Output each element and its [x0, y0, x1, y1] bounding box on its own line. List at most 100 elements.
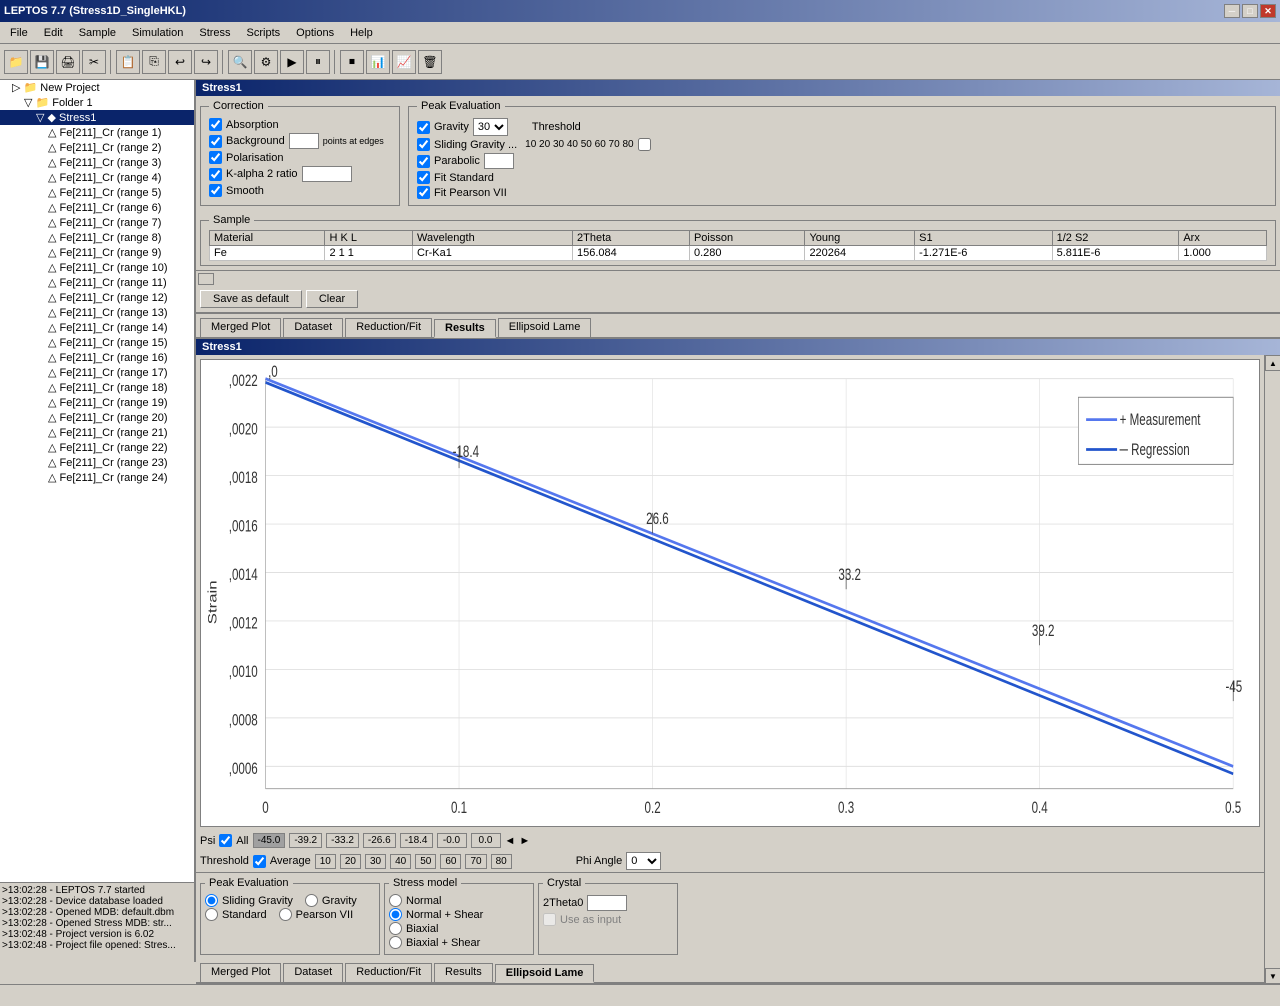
- tree-range-item[interactable]: △ Fe[211]_Cr (range 24): [0, 470, 194, 485]
- tree-range-item[interactable]: △ Fe[211]_Cr (range 3): [0, 155, 194, 170]
- right-scrollbar[interactable]: ▲ ▼: [1264, 355, 1280, 984]
- scroll-up-button[interactable]: ▲: [1265, 355, 1280, 371]
- menu-item-sample[interactable]: Sample: [71, 25, 124, 41]
- kalpha-value[interactable]: 0.50: [302, 166, 352, 182]
- scroll-track[interactable]: [1265, 371, 1280, 968]
- save-default-button[interactable]: Save as default: [200, 290, 302, 308]
- background-checkbox[interactable]: [209, 135, 222, 148]
- phi-angle-select[interactable]: 04590: [626, 852, 661, 870]
- tab-results[interactable]: Results: [434, 319, 496, 338]
- toolbar-btn-6[interactable]: ↩: [168, 50, 192, 74]
- thresh-60[interactable]: 60: [440, 854, 461, 869]
- minimize-button[interactable]: ─: [1224, 4, 1240, 18]
- maximize-button[interactable]: □: [1242, 4, 1258, 18]
- toolbar-btn-13[interactable]: 📊: [366, 50, 390, 74]
- toolbar-btn-14[interactable]: 📈: [392, 50, 416, 74]
- sliding-gravity-radio[interactable]: [205, 894, 218, 907]
- tree-range-item[interactable]: △ Fe[211]_Cr (range 21): [0, 425, 194, 440]
- biaxial-shear-radio[interactable]: [389, 936, 402, 949]
- tree-range-item[interactable]: △ Fe[211]_Cr (range 9): [0, 245, 194, 260]
- tree-range-item[interactable]: △ Fe[211]_Cr (range 17): [0, 365, 194, 380]
- thresh-80[interactable]: 80: [491, 854, 512, 869]
- smooth-checkbox[interactable]: [209, 184, 222, 197]
- toolbar-btn-10[interactable]: ▶: [280, 50, 304, 74]
- tree-range-item[interactable]: △ Fe[211]_Cr (range 8): [0, 230, 194, 245]
- psi-value-1[interactable]: -45.0: [253, 833, 286, 848]
- toolbar-btn-15[interactable]: 🗑: [418, 50, 442, 74]
- tree-range-item[interactable]: △ Fe[211]_Cr (range 19): [0, 395, 194, 410]
- scroll-down-button[interactable]: ▼: [1265, 968, 1280, 984]
- menu-item-file[interactable]: File: [2, 25, 36, 41]
- tree-range-item[interactable]: △ Fe[211]_Cr (range 22): [0, 440, 194, 455]
- menu-item-edit[interactable]: Edit: [36, 25, 71, 41]
- menu-item-scripts[interactable]: Scripts: [239, 25, 289, 41]
- tree-range-item[interactable]: △ Fe[211]_Cr (range 13): [0, 305, 194, 320]
- tree-range-item[interactable]: △ Fe[211]_Cr (range 15): [0, 335, 194, 350]
- close-button[interactable]: ✕: [1260, 4, 1276, 18]
- psi-value-6[interactable]: -0.0: [437, 833, 467, 848]
- sliding-gravity-checkbox[interactable]: [417, 138, 430, 151]
- polarisation-checkbox[interactable]: [209, 151, 222, 164]
- tree-range-item[interactable]: △ Fe[211]_Cr (range 12): [0, 290, 194, 305]
- toolbar-btn-4[interactable]: 📋: [116, 50, 140, 74]
- menu-item-help[interactable]: Help: [342, 25, 381, 41]
- toolbar-btn-8[interactable]: 🔍: [228, 50, 252, 74]
- tree-range-item[interactable]: △ Fe[211]_Cr (range 1): [0, 125, 194, 140]
- tab-ellipsoid-lame[interactable]: Ellipsoid Lame: [498, 318, 592, 337]
- fit-standard-checkbox[interactable]: [417, 171, 430, 184]
- normal-shear-radio[interactable]: [389, 908, 402, 921]
- tab-merged-plot[interactable]: Merged Plot: [200, 318, 281, 337]
- normal-radio[interactable]: [389, 894, 402, 907]
- standard-radio[interactable]: [205, 908, 218, 921]
- toolbar-btn-11[interactable]: ⏸: [306, 50, 330, 74]
- background-value[interactable]: 5: [289, 133, 319, 149]
- tree-stress-node[interactable]: ▽ ◆ Stress1: [0, 110, 194, 125]
- psi-all-checkbox[interactable]: [219, 834, 232, 847]
- tab-dataset[interactable]: Dataset: [283, 318, 343, 337]
- thresh-30[interactable]: 30: [365, 854, 386, 869]
- fit-pearson-checkbox[interactable]: [417, 186, 430, 199]
- kalpha-checkbox[interactable]: [209, 168, 222, 181]
- thresh-50[interactable]: 50: [415, 854, 436, 869]
- menu-item-stress[interactable]: Stress: [191, 25, 238, 41]
- tree-range-item[interactable]: △ Fe[211]_Cr (range 6): [0, 200, 194, 215]
- threshold-average-checkbox[interactable]: [253, 855, 266, 868]
- thresh-70[interactable]: 70: [465, 854, 486, 869]
- use-as-input-checkbox[interactable]: [543, 913, 556, 926]
- tab-bottom-reduction/fit[interactable]: Reduction/Fit: [345, 963, 432, 982]
- tab-bottom-ellipsoid-lame[interactable]: Ellipsoid Lame: [495, 964, 595, 983]
- toolbar-btn-2[interactable]: 🖨: [56, 50, 80, 74]
- clear-button[interactable]: Clear: [306, 290, 358, 308]
- toolbar-btn-12[interactable]: ⏹: [340, 50, 364, 74]
- tree-range-item[interactable]: △ Fe[211]_Cr (range 10): [0, 260, 194, 275]
- thresh-20[interactable]: 20: [340, 854, 361, 869]
- psi-value-5[interactable]: -18.4: [400, 833, 433, 848]
- tree-root[interactable]: ▷ 📁 New Project: [0, 80, 194, 95]
- absorption-checkbox[interactable]: [209, 118, 222, 131]
- thresh-10[interactable]: 10: [315, 854, 336, 869]
- menu-item-simulation[interactable]: Simulation: [124, 25, 191, 41]
- tree-range-item[interactable]: △ Fe[211]_Cr (range 18): [0, 380, 194, 395]
- tree-range-item[interactable]: △ Fe[211]_Cr (range 5): [0, 185, 194, 200]
- psi-value-3[interactable]: -33.2: [326, 833, 359, 848]
- psi-left-arrow[interactable]: ◄: [505, 835, 516, 847]
- parabolic-value[interactable]: 70: [484, 153, 514, 169]
- toolbar-btn-5[interactable]: ⎘: [142, 50, 166, 74]
- tree-range-item[interactable]: △ Fe[211]_Cr (range 16): [0, 350, 194, 365]
- tab-bottom-merged-plot[interactable]: Merged Plot: [200, 963, 281, 982]
- psi-value-7[interactable]: 0.0: [471, 833, 501, 848]
- tree-range-item[interactable]: △ Fe[211]_Cr (range 11): [0, 275, 194, 290]
- biaxial-radio[interactable]: [389, 922, 402, 935]
- tab-bottom-results[interactable]: Results: [434, 963, 493, 982]
- gravity-radio[interactable]: [305, 894, 318, 907]
- tree-range-item[interactable]: △ Fe[211]_Cr (range 14): [0, 320, 194, 335]
- twotheta0-input[interactable]: /-: [587, 895, 627, 911]
- psi-right-arrow[interactable]: ►: [519, 835, 530, 847]
- tree-range-item[interactable]: △ Fe[211]_Cr (range 7): [0, 215, 194, 230]
- menu-item-options[interactable]: Options: [288, 25, 342, 41]
- tree-range-item[interactable]: △ Fe[211]_Cr (range 23): [0, 455, 194, 470]
- tree-range-item[interactable]: △ Fe[211]_Cr (range 4): [0, 170, 194, 185]
- psi-value-4[interactable]: -26.6: [363, 833, 396, 848]
- gravity-checkbox[interactable]: [417, 121, 430, 134]
- toolbar-btn-3[interactable]: ✂: [82, 50, 106, 74]
